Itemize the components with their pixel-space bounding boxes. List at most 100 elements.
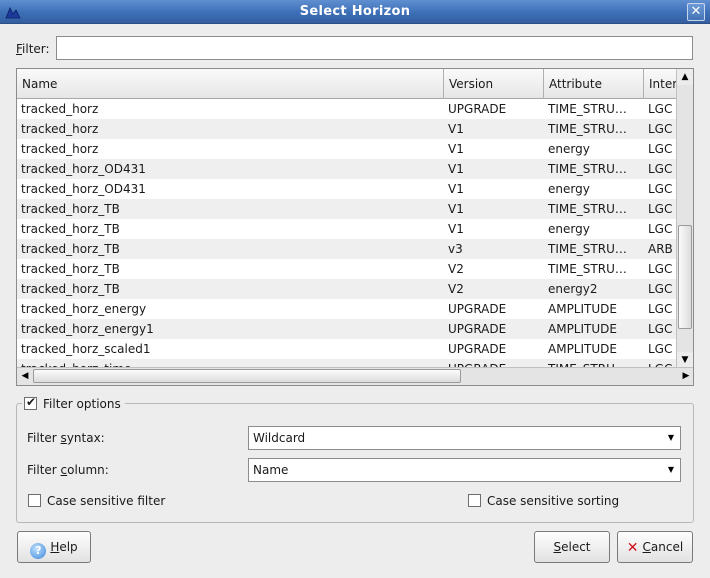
scroll-up-icon[interactable]: ▲ (677, 69, 693, 85)
table-cell: LGC (648, 122, 673, 136)
table-cell: V2 (448, 282, 464, 296)
select-button[interactable]: Select (534, 531, 610, 563)
table-cell: UPGRADE (448, 322, 507, 336)
table-row[interactable]: tracked_horz_TB V1 energy LGC (17, 219, 677, 239)
table-row[interactable]: tracked_horz V1 energy LGC (17, 139, 677, 159)
table-cell: LGC (648, 262, 673, 276)
filter-options-checkbox[interactable]: ✔ (24, 395, 37, 410)
case-sensitive-filter-option[interactable]: Case sensitive filter (28, 494, 165, 508)
table-cell: LGC (648, 202, 673, 216)
table-cell: energy2 (548, 282, 598, 296)
table-cell: TIME_STRU… (548, 102, 627, 116)
table-cell: V2 (448, 262, 464, 276)
window-title: Select Horizon (299, 4, 411, 19)
table-cell: tracked_horz_energy (21, 302, 147, 316)
table-cell: tracked_horz_TB (21, 202, 120, 216)
close-icon[interactable]: ✕ (687, 3, 705, 21)
filter-label: Filter: (16, 42, 50, 56)
table-cell: AMPLITUDE (548, 322, 617, 336)
table-cell: tracked_horz_OD431 (21, 162, 146, 176)
cancel-icon: ✕ (626, 540, 639, 556)
table-cell: tracked_horz_time (17, 359, 444, 367)
table-cell: LGC (648, 322, 673, 336)
table-cell: energy (548, 182, 590, 196)
table-cell: energy (548, 142, 590, 156)
horizontal-scroll-thumb[interactable] (33, 369, 461, 383)
table-row[interactable]: tracked_horz_energy UPGRADE AMPLITUDE LGC (17, 299, 677, 319)
table-cell: energy (548, 222, 590, 236)
table-cell: UPGRADE (448, 342, 507, 356)
table-cell: tracked_horz_energy1 (21, 322, 154, 336)
table-cell: LGC (648, 342, 673, 356)
table-row[interactable]: tracked_horz_timeUPGRADETIME_STRU…LGC (17, 359, 677, 367)
vertical-scroll-thumb[interactable] (678, 225, 692, 329)
table-cell: UPGRADE (444, 359, 544, 367)
case-sensitive-sorting-option[interactable]: Case sensitive sorting (468, 494, 619, 508)
horizon-table: Name Version Attribute Inter tracked_hor… (16, 68, 694, 386)
table-cell: LGC (648, 102, 673, 116)
table-cell: AMPLITUDE (548, 342, 617, 356)
table-cell: UPGRADE (448, 302, 507, 316)
table-cell: TIME_STRU… (548, 122, 627, 136)
table-cell: tracked_horz_TB (21, 242, 120, 256)
chevron-down-icon: ▼ (667, 433, 675, 442)
table-row[interactable]: tracked_horz_scaled1 UPGRADE AMPLITUDE LGC (17, 339, 677, 359)
scroll-left-icon[interactable]: ◀ (17, 368, 33, 385)
column-header-attribute[interactable]: Attribute (544, 69, 644, 99)
title-bar: Select Horizon ✕ (0, 0, 710, 24)
table-row[interactable]: tracked_horz V1 TIME_STRU… LGC (17, 119, 677, 139)
table-cell: V1 (448, 222, 464, 236)
table-cell: LGC (644, 359, 677, 367)
table-cell: V1 (448, 122, 464, 136)
table-cell: UPGRADE (448, 102, 507, 116)
table-row[interactable]: tracked_horz_TB V2 energy2 LGC (17, 279, 677, 299)
table-cell: TIME_STRU… (544, 359, 644, 367)
table-cell: LGC (648, 282, 673, 296)
table-row[interactable]: tracked_horz_TB v3 TIME_STRU… ARB (17, 239, 677, 259)
table-cell: V1 (448, 182, 464, 196)
case-sensitive-sorting-checkbox[interactable] (468, 494, 481, 507)
table-row[interactable]: tracked_horz_OD431 V1 energy LGC (17, 179, 677, 199)
table-cell: TIME_STRU… (548, 242, 627, 256)
table-row[interactable]: tracked_horz_TB V1 TIME_STRU… LGC (17, 199, 677, 219)
table-cell: V1 (448, 202, 464, 216)
table-cell: LGC (648, 142, 673, 156)
table-header: Name Version Attribute Inter (17, 69, 677, 99)
column-header-version[interactable]: Version (444, 69, 544, 99)
scroll-down-icon[interactable]: ▼ (677, 352, 693, 368)
vertical-scrollbar[interactable]: ▲ ▼ (676, 69, 693, 368)
scroll-right-icon[interactable]: ▶ (678, 368, 693, 385)
chevron-down-icon: ▼ (667, 465, 675, 474)
filter-column-label: Filter column: (27, 463, 109, 477)
table-cell: LGC (648, 162, 673, 176)
table-cell: tracked_horz_TB (21, 262, 120, 276)
table-row[interactable]: tracked_horz_OD431 V1 TIME_STRU… LGC (17, 159, 677, 179)
filter-column-select[interactable]: Name ▼ (248, 458, 681, 482)
checkmark-icon: ✔ (26, 395, 37, 409)
table-cell: tracked_horz_TB (21, 222, 120, 236)
table-cell: LGC (648, 222, 673, 236)
column-header-name[interactable]: Name (17, 69, 444, 99)
filter-syntax-select[interactable]: Wildcard ▼ (248, 426, 681, 450)
cancel-button[interactable]: ✕ Cancel (617, 531, 693, 563)
help-icon: ? (30, 543, 47, 559)
table-cell: AMPLITUDE (548, 302, 617, 316)
table-cell: tracked_horz_OD431 (21, 182, 146, 196)
table-cell: tracked_horz_scaled1 (21, 342, 151, 356)
filter-options-toggle[interactable]: ✔ Filter options (22, 395, 125, 412)
table-cell: ARB (648, 242, 673, 256)
table-cell: TIME_STRU… (548, 162, 627, 176)
horizontal-scrollbar[interactable]: ◀ ▶ (17, 367, 693, 385)
table-row[interactable]: tracked_horz_energy1 UPGRADE AMPLITUDE LGC (17, 319, 677, 339)
help-button[interactable]: ? Help (17, 531, 91, 563)
table-body: tracked_horz UPGRADE TIME_STRU… LGC tracked_… (17, 99, 677, 367)
table-row[interactable]: tracked_horz UPGRADE TIME_STRU… LGC (17, 99, 677, 119)
case-sensitive-filter-checkbox[interactable] (28, 494, 41, 507)
filter-input[interactable] (56, 36, 693, 60)
table-cell: LGC (648, 182, 673, 196)
table-cell: V1 (448, 142, 464, 156)
filter-syntax-label: Filter syntax: (27, 431, 105, 445)
table-cell: tracked_horz_TB (21, 282, 120, 296)
table-row[interactable]: tracked_horz_TB V2 TIME_STRU… LGC (17, 259, 677, 279)
table-cell: V1 (448, 162, 464, 176)
